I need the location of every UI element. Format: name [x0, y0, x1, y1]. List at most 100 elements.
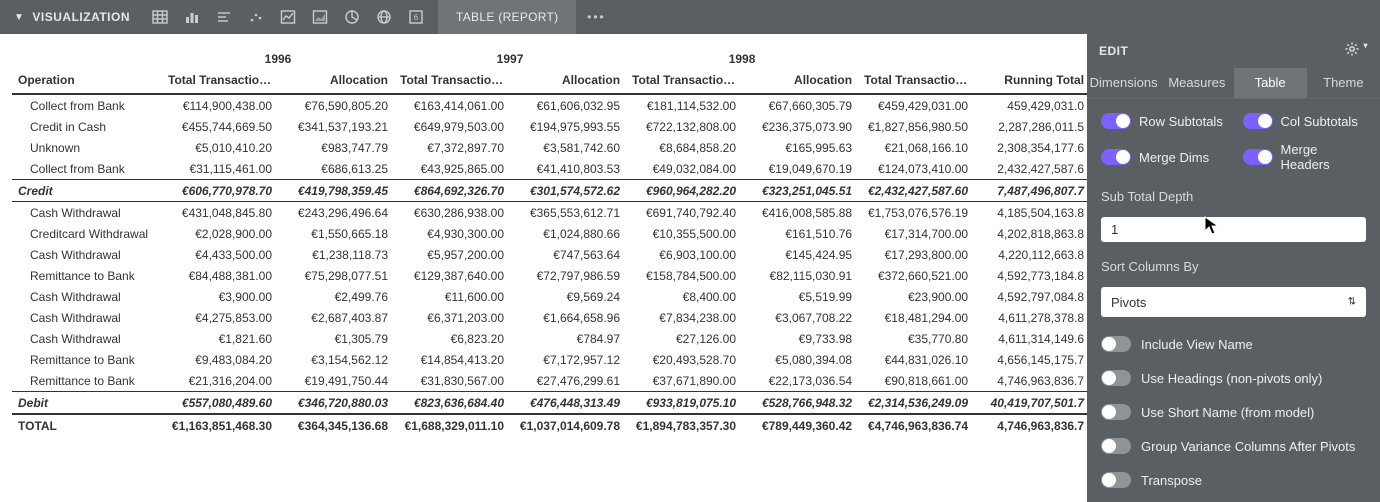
option-row: Use Short Name (from model) [1101, 404, 1366, 420]
cell-value: €372,660,521.00 [858, 265, 974, 286]
table-row: Cash Withdrawal€4,433,500.00€1,238,118.7… [12, 244, 1087, 265]
cell-value: €5,957,200.00 [394, 244, 510, 265]
scatter-icon[interactable] [240, 0, 272, 34]
tab-table[interactable]: Table [1234, 68, 1307, 99]
cell-value: €784.97 [510, 328, 626, 349]
map-icon[interactable] [368, 0, 400, 34]
cell-value: 2,432,427,587.6 [974, 158, 1087, 180]
cell-value: €823,636,684.40 [394, 392, 510, 415]
col-ttv[interactable]: Total Transaction Value [394, 70, 510, 95]
table-row: Credit in Cash€455,744,669.50€341,537,19… [12, 116, 1087, 137]
edit-tabs: Dimensions Measures Table Theme [1087, 68, 1380, 100]
option-label: Group Variance Columns After Pivots [1141, 439, 1355, 454]
toggle-merge-dims[interactable] [1101, 149, 1131, 165]
cell-value: €27,126.00 [626, 328, 742, 349]
cell-value: €158,784,500.00 [626, 265, 742, 286]
col-operation[interactable]: Operation [12, 70, 162, 95]
cell-value: 459,429,031.0 [974, 94, 1087, 116]
table-row: Collect from Bank€31,115,461.00€686,613.… [12, 158, 1087, 180]
cell-value: 4,220,112,663.8 [974, 244, 1087, 265]
col-alloc[interactable]: Allocation [742, 70, 858, 95]
cell-value: €27,476,299.61 [510, 370, 626, 392]
toggle-option[interactable] [1101, 472, 1131, 488]
line-chart-icon[interactable] [272, 0, 304, 34]
cell-value: €691,740,792.40 [626, 202, 742, 224]
col-ttv[interactable]: Total Transaction Value [162, 70, 278, 95]
cell-operation: Debit [12, 392, 162, 415]
cell-value: €37,671,890.00 [626, 370, 742, 392]
table-row: Remittance to Bank€21,316,204.00€19,491,… [12, 370, 1087, 392]
toggle-option[interactable] [1101, 370, 1131, 386]
col-ttv[interactable]: Total Transaction Value [626, 70, 742, 95]
cell-value: €419,798,359.45 [278, 180, 394, 202]
cell-value: €90,818,661.00 [858, 370, 974, 392]
edit-panel-header: EDIT ▾ [1087, 34, 1380, 68]
cell-value: €165,995.63 [742, 137, 858, 158]
col-ttv[interactable]: Total Transaction Value [858, 70, 974, 95]
toolbar: 6 [144, 0, 432, 34]
cell-value: 4,202,818,863.8 [974, 223, 1087, 244]
toggle-merge-headers[interactable] [1243, 149, 1273, 165]
cell-operation: Cash Withdrawal [12, 307, 162, 328]
option-label: Use Short Name (from model) [1141, 405, 1314, 420]
cell-value: €14,854,413.20 [394, 349, 510, 370]
cell-value: €476,448,313.49 [510, 392, 626, 415]
option-row: Group Variance Columns After Pivots [1101, 438, 1366, 454]
tab-measures[interactable]: Measures [1160, 68, 1233, 99]
select-sort-columns[interactable] [1101, 287, 1366, 317]
area-chart-icon[interactable] [304, 0, 336, 34]
cell-value: €455,744,669.50 [162, 116, 278, 137]
cell-value: €341,537,193.21 [278, 116, 394, 137]
option-row: Use Headings (non-pivots only) [1101, 370, 1366, 386]
toggle-option[interactable] [1101, 336, 1131, 352]
tab-dimensions[interactable]: Dimensions [1087, 68, 1160, 99]
cell-value: €129,387,640.00 [394, 265, 510, 286]
cell-value: 2,287,286,011.5 [974, 116, 1087, 137]
toggle-col-subtotals[interactable] [1243, 113, 1273, 129]
year-header: 1997 [394, 48, 626, 70]
cell-value: €1,827,856,980.50 [858, 116, 974, 137]
option-row: Include View Name [1101, 336, 1366, 352]
cell-value: €161,510.76 [742, 223, 858, 244]
col-alloc[interactable]: Allocation [278, 70, 394, 95]
cell-value: €630,286,938.00 [394, 202, 510, 224]
cell-value: €8,400.00 [626, 286, 742, 307]
cell-operation: Credit [12, 180, 162, 202]
table-region: 1996 1997 1998 Operation Total Transacti… [0, 34, 1087, 502]
tab-more-icon[interactable]: ••• [576, 0, 616, 34]
cell-value: €1,894,783,357.30 [626, 414, 742, 436]
year-header: 1996 [162, 48, 394, 70]
cell-value: €9,483,084.20 [162, 349, 278, 370]
table-icon[interactable] [144, 0, 176, 34]
visualization-header[interactable]: ▼ VISUALIZATION [0, 0, 144, 34]
cell-value: €2,499.76 [278, 286, 394, 307]
toggle-option[interactable] [1101, 404, 1131, 420]
cell-value: €43,925,865.00 [394, 158, 510, 180]
number-icon[interactable]: 6 [400, 0, 432, 34]
cell-value: €124,073,410.00 [858, 158, 974, 180]
col-running[interactable]: Running Total [974, 70, 1087, 95]
tab-table-report[interactable]: TABLE (REPORT) [438, 0, 576, 34]
bar-chart-icon[interactable] [176, 0, 208, 34]
align-icon[interactable] [208, 0, 240, 34]
pie-chart-icon[interactable] [336, 0, 368, 34]
cell-value: €431,048,845.80 [162, 202, 278, 224]
cell-value: €346,720,880.03 [278, 392, 394, 415]
tab-theme[interactable]: Theme [1307, 68, 1380, 99]
col-alloc[interactable]: Allocation [510, 70, 626, 95]
cell-value: €6,371,203.00 [394, 307, 510, 328]
cell-operation: Cash Withdrawal [12, 202, 162, 224]
input-subtotal-depth[interactable] [1101, 217, 1366, 242]
cell-value: €18,481,294.00 [858, 307, 974, 328]
option-label: Transpose [1141, 473, 1202, 488]
cell-value: €9,569.24 [510, 286, 626, 307]
toggle-option[interactable] [1101, 438, 1131, 454]
cell-value: €19,049,670.19 [742, 158, 858, 180]
gear-icon[interactable]: ▾ [1344, 41, 1368, 60]
cell-operation: Cash Withdrawal [12, 328, 162, 349]
cell-value: €416,008,585.88 [742, 202, 858, 224]
svg-text:6: 6 [414, 13, 419, 22]
cell-value: €323,251,045.51 [742, 180, 858, 202]
cell-operation: Creditcard Withdrawal [12, 223, 162, 244]
toggle-row-subtotals[interactable] [1101, 113, 1131, 129]
